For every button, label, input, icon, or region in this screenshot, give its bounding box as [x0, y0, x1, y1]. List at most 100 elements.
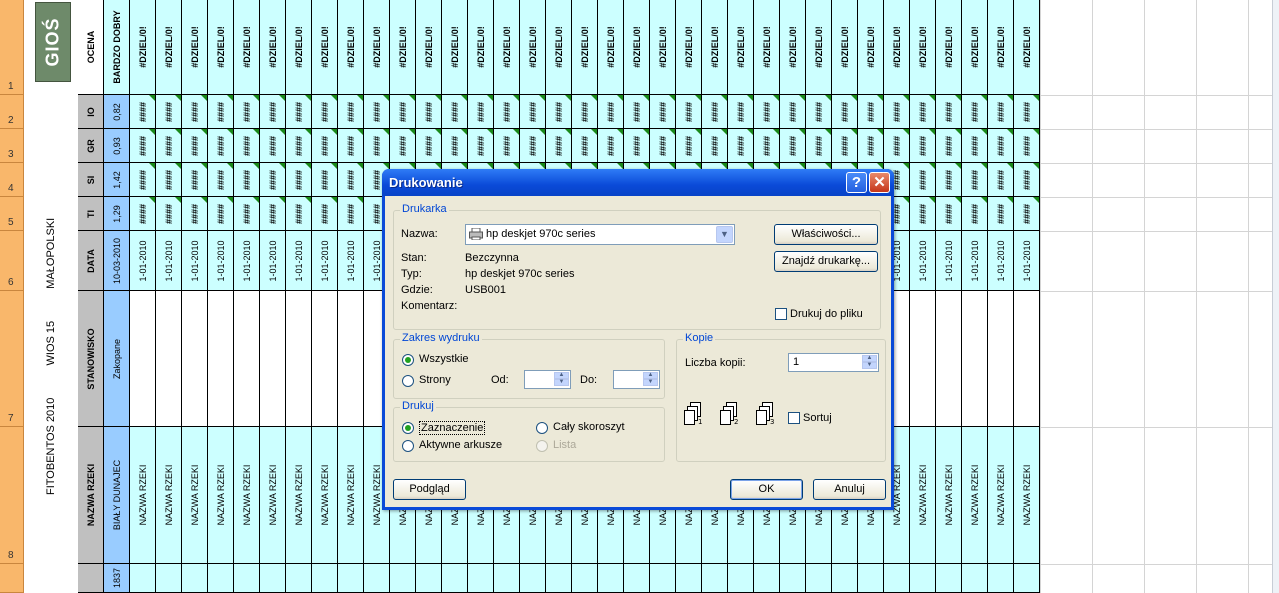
data-cell[interactable]: #### [884, 129, 910, 163]
workbook-radio[interactable] [536, 422, 548, 434]
active-sheets-radio[interactable] [402, 440, 414, 452]
data-cell[interactable] [936, 564, 962, 593]
data-cell[interactable] [130, 564, 156, 593]
data-cell[interactable] [260, 291, 286, 427]
data-cell[interactable]: 1-01-2010 [936, 231, 962, 291]
data-cell[interactable]: #### [390, 129, 416, 163]
data-cell[interactable]: NAZWA RZEKI [130, 427, 156, 564]
data-cell[interactable]: NAZWA RZEKI [988, 427, 1014, 564]
data-cell[interactable]: #### [130, 95, 156, 129]
data-cell[interactable]: #DZIEL/0! [988, 0, 1014, 95]
data-cell[interactable]: #### [936, 95, 962, 129]
data-cell[interactable] [182, 564, 208, 593]
label-stanowisko[interactable]: STANOWISKO [78, 291, 104, 427]
data-cell[interactable] [468, 564, 494, 593]
data-cell[interactable] [234, 564, 260, 593]
data-cell[interactable]: #### [520, 95, 546, 129]
data-cell[interactable]: 1-01-2010 [962, 231, 988, 291]
range-pages-radio[interactable] [402, 375, 414, 387]
data-cell[interactable] [234, 291, 260, 427]
data-cell[interactable]: #DZIEL/0! [260, 0, 286, 95]
data-cell[interactable] [364, 564, 390, 593]
data-cell[interactable] [624, 564, 650, 593]
data-cell[interactable]: #### [416, 129, 442, 163]
data-cell[interactable] [520, 564, 546, 593]
data-cell[interactable]: #### [988, 129, 1014, 163]
dialog-titlebar[interactable]: Drukowanie ? ✕ [382, 169, 894, 196]
data-cell[interactable]: #### [702, 95, 728, 129]
data-cell[interactable]: #DZIEL/0! [208, 0, 234, 95]
data-cell[interactable]: #### [442, 129, 468, 163]
data-cell[interactable]: #DZIEL/0! [936, 0, 962, 95]
data-cell[interactable]: #### [572, 129, 598, 163]
data-cell[interactable]: #### [1014, 163, 1040, 197]
data-cell[interactable]: #DZIEL/0! [156, 0, 182, 95]
data-cell[interactable]: #### [182, 95, 208, 129]
selection-label[interactable]: Zaznaczenie [419, 421, 486, 435]
data-cell[interactable]: #### [156, 197, 182, 231]
from-input[interactable]: ▲ ▼ [524, 370, 571, 389]
value-data[interactable]: 10-03-2010 [104, 231, 130, 291]
label-ocena[interactable]: OCENA [78, 0, 104, 95]
row-header-6[interactable]: 6 [0, 231, 24, 291]
data-cell[interactable]: #### [234, 95, 260, 129]
data-cell[interactable] [962, 564, 988, 593]
data-cell[interactable]: #### [650, 95, 676, 129]
value-ocena[interactable]: BARDZO DOBRY [104, 0, 130, 95]
data-cell[interactable]: #### [208, 129, 234, 163]
data-cell[interactable]: #DZIEL/0! [884, 0, 910, 95]
data-cell[interactable]: #DZIEL/0! [234, 0, 260, 95]
data-cell[interactable] [182, 291, 208, 427]
vertical-scrollbar[interactable] [1272, 0, 1279, 593]
print-dialog[interactable]: Drukowanie ? ✕ Drukarka Nazwa: hp deskje… [382, 169, 894, 510]
data-cell[interactable]: #### [234, 129, 260, 163]
data-cell[interactable]: #DZIEL/0! [364, 0, 390, 95]
data-cell[interactable]: #### [260, 163, 286, 197]
data-cell[interactable]: #### [208, 163, 234, 197]
data-cell[interactable]: #### [442, 95, 468, 129]
selection-radio[interactable] [402, 422, 414, 434]
data-cell[interactable]: NAZWA RZEKI [260, 427, 286, 564]
data-cell[interactable]: 1-01-2010 [208, 231, 234, 291]
data-cell[interactable] [806, 564, 832, 593]
ok-button[interactable]: OK [730, 479, 803, 500]
value-gr[interactable]: 0,93 [104, 129, 130, 163]
data-cell[interactable] [416, 564, 442, 593]
data-cell[interactable]: #### [728, 129, 754, 163]
data-cell[interactable]: #### [1014, 129, 1040, 163]
data-cell[interactable]: #### [988, 95, 1014, 129]
data-cell[interactable]: #### [910, 197, 936, 231]
to-input[interactable]: ▲ ▼ [613, 370, 660, 389]
data-cell[interactable]: #### [390, 95, 416, 129]
data-cell[interactable] [312, 291, 338, 427]
data-cell[interactable]: #### [676, 95, 702, 129]
data-cell[interactable]: #### [624, 129, 650, 163]
workbook-label[interactable]: Cały skoroszyt [553, 421, 625, 433]
data-cell[interactable] [988, 291, 1014, 427]
collate-checkbox[interactable] [788, 412, 800, 424]
range-all-label[interactable]: Wszystkie [419, 353, 469, 365]
data-cell[interactable]: #DZIEL/0! [624, 0, 650, 95]
data-cell[interactable]: NAZWA RZEKI [910, 427, 936, 564]
active-sheets-label[interactable]: Aktywne arkusze [419, 439, 502, 451]
data-cell[interactable]: #### [546, 129, 572, 163]
data-cell[interactable]: #### [546, 95, 572, 129]
data-cell[interactable]: #### [286, 197, 312, 231]
data-cell[interactable]: #### [156, 129, 182, 163]
data-cell[interactable]: 1-01-2010 [312, 231, 338, 291]
data-cell[interactable]: 1-01-2010 [988, 231, 1014, 291]
data-cell[interactable]: #### [1014, 197, 1040, 231]
label-nazwa-rzeki[interactable]: NAZWA RZEKI [78, 427, 104, 564]
data-cell[interactable]: #### [780, 129, 806, 163]
data-cell[interactable]: #### [338, 197, 364, 231]
data-cell[interactable]: #DZIEL/0! [702, 0, 728, 95]
data-cell[interactable] [130, 291, 156, 427]
value-si[interactable]: 1,42 [104, 163, 130, 197]
data-cell[interactable]: NAZWA RZEKI [182, 427, 208, 564]
row-header-5[interactable]: 5 [0, 197, 24, 231]
data-cell[interactable]: #DZIEL/0! [754, 0, 780, 95]
row-header-3[interactable]: 3 [0, 129, 24, 163]
data-cell[interactable]: #### [364, 129, 390, 163]
data-cell[interactable]: #### [962, 95, 988, 129]
data-cell[interactable]: #### [234, 197, 260, 231]
